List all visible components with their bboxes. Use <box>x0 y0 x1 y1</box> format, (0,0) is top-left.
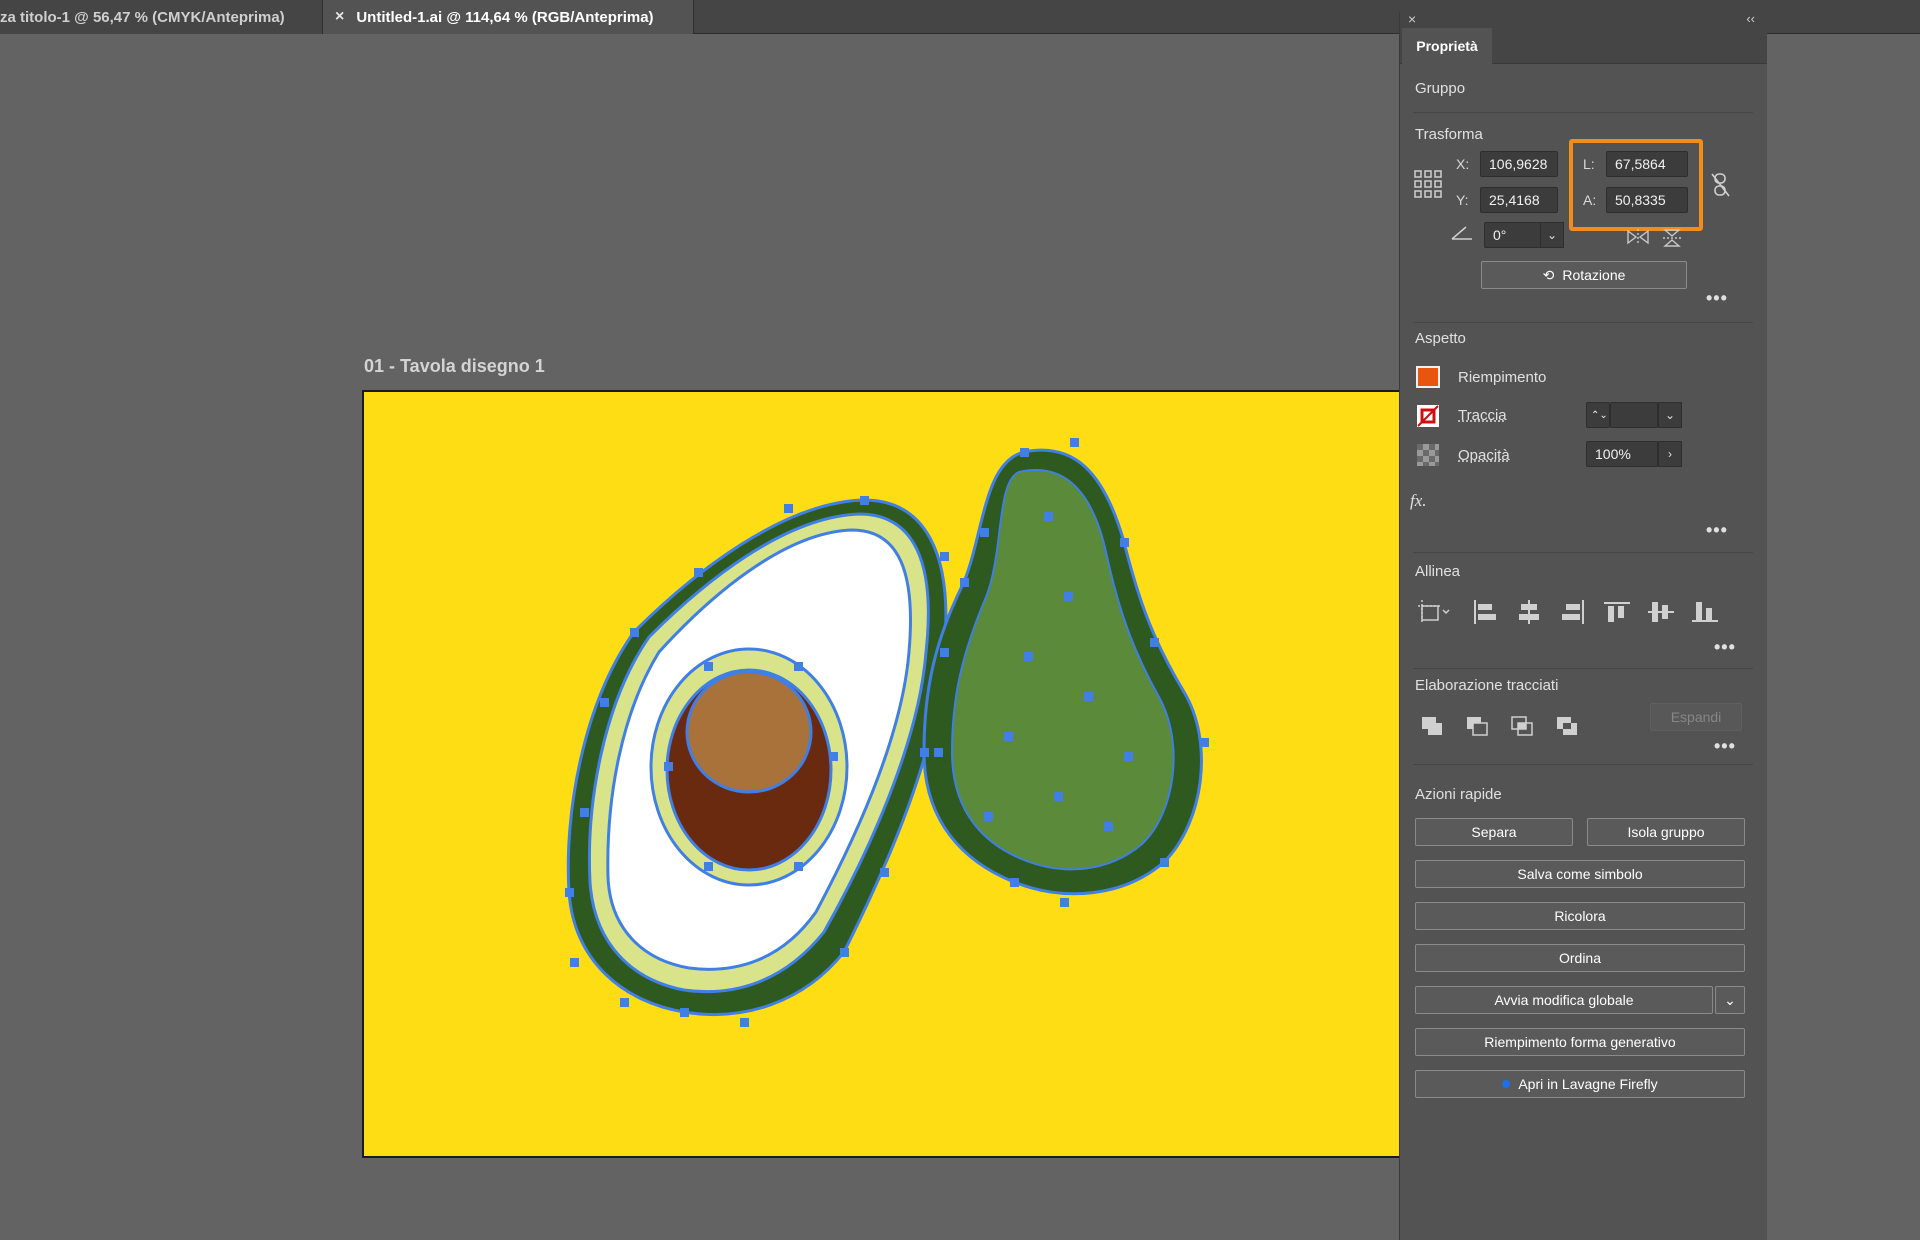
pathfinder-exclude-icon[interactable] <box>1556 716 1580 738</box>
align-title: Allinea <box>1415 563 1461 580</box>
artboard-label: 01 - Tavola disegno 1 <box>364 356 545 376</box>
align-more-button[interactable]: ••• <box>1714 637 1736 658</box>
transform-more-button[interactable]: ••• <box>1706 288 1728 309</box>
divider <box>1413 112 1753 113</box>
reference-point-icon[interactable] <box>1414 170 1442 198</box>
x-label: X: <box>1456 156 1470 172</box>
chevron-right-icon[interactable]: › <box>1658 441 1682 467</box>
arrange-button[interactable]: Ordina <box>1415 944 1745 972</box>
stroke-stepper[interactable]: ⌃⌄ <box>1586 402 1610 428</box>
pathfinder-more-button[interactable]: ••• <box>1714 736 1736 757</box>
recolor-button[interactable]: Ricolora <box>1415 902 1745 930</box>
close-icon[interactable]: × <box>335 8 344 26</box>
appearance-more-button[interactable]: ••• <box>1706 520 1728 541</box>
rotation-button[interactable]: ⟲ Rotazione <box>1481 261 1687 289</box>
chevron-down-icon[interactable]: ⌄ <box>1658 402 1682 428</box>
stroke-weight-field[interactable] <box>1610 402 1658 428</box>
avocado-pit-highlight <box>685 670 813 794</box>
artboard[interactable] <box>362 390 1402 1158</box>
align-top-icon[interactable] <box>1604 600 1630 624</box>
y-label: Y: <box>1456 192 1469 208</box>
transform-title: Trasforma <box>1415 126 1483 143</box>
save-as-symbol-button[interactable]: Salva come simbolo <box>1415 860 1745 888</box>
flip-vertical-icon[interactable] <box>1662 228 1682 248</box>
selection-type: Gruppo <box>1415 80 1466 97</box>
rotation-angle-field[interactable]: 0° <box>1484 222 1542 248</box>
panel-header: × ‹‹ <box>1400 11 1767 28</box>
panel-tab-strip: Proprietà <box>1400 28 1767 64</box>
divider <box>1413 322 1753 323</box>
pathfinder-intersect-icon[interactable] <box>1511 716 1535 738</box>
tab-label: Untitled-1.ai @ 114,64 % (RGB/Anteprima) <box>356 8 654 26</box>
quick-actions-title: Azioni rapide <box>1415 786 1502 803</box>
pathfinder-title: Elaborazione tracciati <box>1415 677 1559 694</box>
divider <box>1413 668 1753 669</box>
opacity-icon <box>1417 444 1439 466</box>
separate-button[interactable]: Separa <box>1415 818 1573 846</box>
isolate-group-button[interactable]: Isola gruppo <box>1587 818 1745 846</box>
tab-properties[interactable]: Proprietà <box>1402 28 1492 64</box>
align-vertical-center-icon[interactable] <box>1648 600 1674 624</box>
highlight-box <box>1569 139 1703 231</box>
stroke-swatch[interactable] <box>1416 404 1440 428</box>
pathfinder-unite-icon[interactable] <box>1421 716 1445 738</box>
x-field[interactable]: 106,9628 <box>1480 151 1558 177</box>
avocado-illustration[interactable] <box>364 392 1402 1158</box>
angle-icon <box>1451 226 1472 240</box>
opacity-label[interactable]: Opacità <box>1458 447 1510 464</box>
align-horizontal-center-icon[interactable] <box>1516 600 1542 624</box>
document-tab-active[interactable]: × Untitled-1.ai @ 114,64 % (RGB/Anteprim… <box>323 0 694 34</box>
divider <box>1413 552 1753 553</box>
effects-fx-icon[interactable]: fx. <box>1410 491 1427 511</box>
start-global-edit-button[interactable]: Avvia modifica globale <box>1415 986 1713 1014</box>
fill-swatch[interactable] <box>1416 366 1440 388</box>
align-right-icon[interactable] <box>1560 600 1586 624</box>
appearance-title: Aspetto <box>1415 330 1466 347</box>
collapse-icon[interactable]: ‹‹ <box>1746 11 1755 26</box>
close-icon[interactable]: × <box>1408 11 1416 27</box>
rotate-icon: ⟲ <box>1542 266 1555 283</box>
tab-label: za titolo-1 @ 56,47 % (CMYK/Anteprima) <box>0 8 285 26</box>
flip-horizontal-icon[interactable] <box>1626 228 1650 246</box>
opacity-field[interactable]: 100% <box>1586 441 1658 467</box>
expand-button[interactable]: Espandi <box>1650 703 1742 731</box>
stroke-label[interactable]: Traccia <box>1458 407 1507 424</box>
document-tab-inactive[interactable]: za titolo-1 @ 56,47 % (CMYK/Anteprima) <box>0 0 323 34</box>
align-bottom-icon[interactable] <box>1692 600 1718 624</box>
open-firefly-boards-button[interactable]: Apri in Lavagne Firefly <box>1415 1070 1745 1098</box>
link-proportions-icon[interactable] <box>1710 172 1732 198</box>
y-field[interactable]: 25,4168 <box>1480 187 1558 213</box>
rotation-button-label: Rotazione <box>1562 267 1626 283</box>
chevron-down-icon[interactable]: ⌄ <box>1540 222 1564 248</box>
chevron-down-icon[interactable]: ⌄ <box>1715 986 1745 1014</box>
firefly-icon <box>1502 1080 1511 1088</box>
generative-shape-fill-button[interactable]: Riempimento forma generativo <box>1415 1028 1745 1056</box>
align-to-selection-icon[interactable] <box>1416 598 1452 624</box>
pathfinder-minus-front-icon[interactable] <box>1466 716 1490 738</box>
fill-label: Riempimento <box>1458 369 1547 386</box>
divider <box>1413 764 1753 765</box>
align-left-icon[interactable] <box>1472 600 1498 624</box>
firefly-button-label: Apri in Lavagne Firefly <box>1518 1076 1658 1092</box>
